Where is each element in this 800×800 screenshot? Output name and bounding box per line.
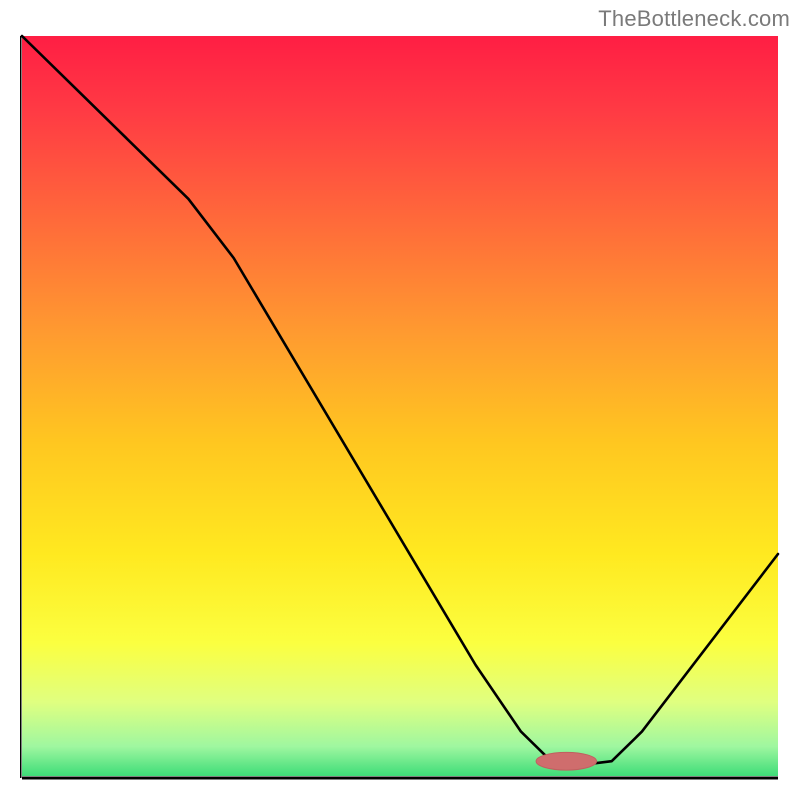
plot-area [20,34,780,780]
chart-container: TheBottleneck.com [0,0,800,800]
watermark-text: TheBottleneck.com [598,6,790,32]
optimal-marker [536,752,596,770]
bottleneck-chart [20,34,780,780]
